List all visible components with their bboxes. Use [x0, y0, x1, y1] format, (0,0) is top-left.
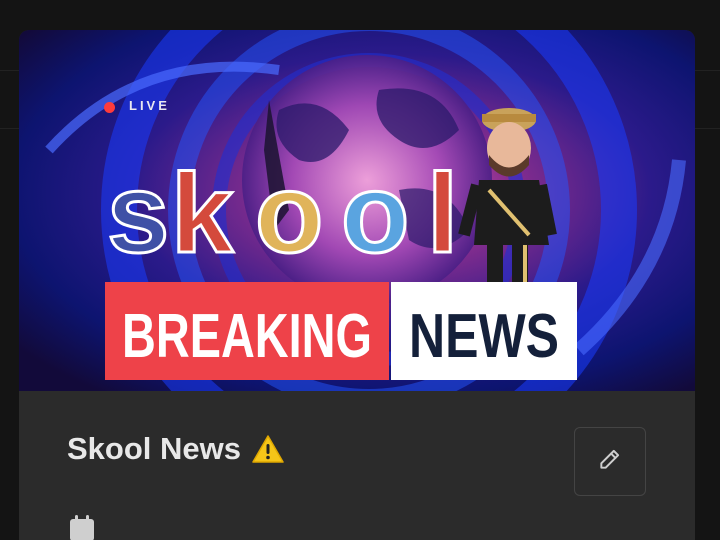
- brand-letter: l: [427, 151, 458, 276]
- brand-letter: o: [255, 151, 323, 276]
- brand-letter: s: [107, 151, 169, 276]
- group-title-row: Skool News: [67, 431, 285, 467]
- brand-wordmark: s k o o l: [106, 150, 460, 278]
- brand-letter: o: [341, 151, 409, 276]
- group-info: Skool News: [19, 391, 695, 540]
- calendar-icon: [67, 513, 97, 540]
- group-banner-image: s k o o l BREAKING NEWS LIVE: [19, 30, 695, 391]
- news-label: NEWS: [409, 302, 559, 371]
- edit-group-button[interactable]: [574, 427, 646, 496]
- live-indicator-dot: [104, 102, 115, 113]
- warning-icon: [251, 434, 285, 464]
- breaking-label: BREAKING: [122, 302, 372, 371]
- live-label: LIVE: [129, 98, 170, 113]
- group-card: s k o o l BREAKING NEWS LIVE Skool News: [19, 30, 695, 540]
- brand-letter: k: [171, 151, 234, 276]
- group-meta-row: [67, 513, 97, 540]
- pencil-icon: [597, 446, 623, 477]
- group-name: Skool News: [67, 431, 241, 466]
